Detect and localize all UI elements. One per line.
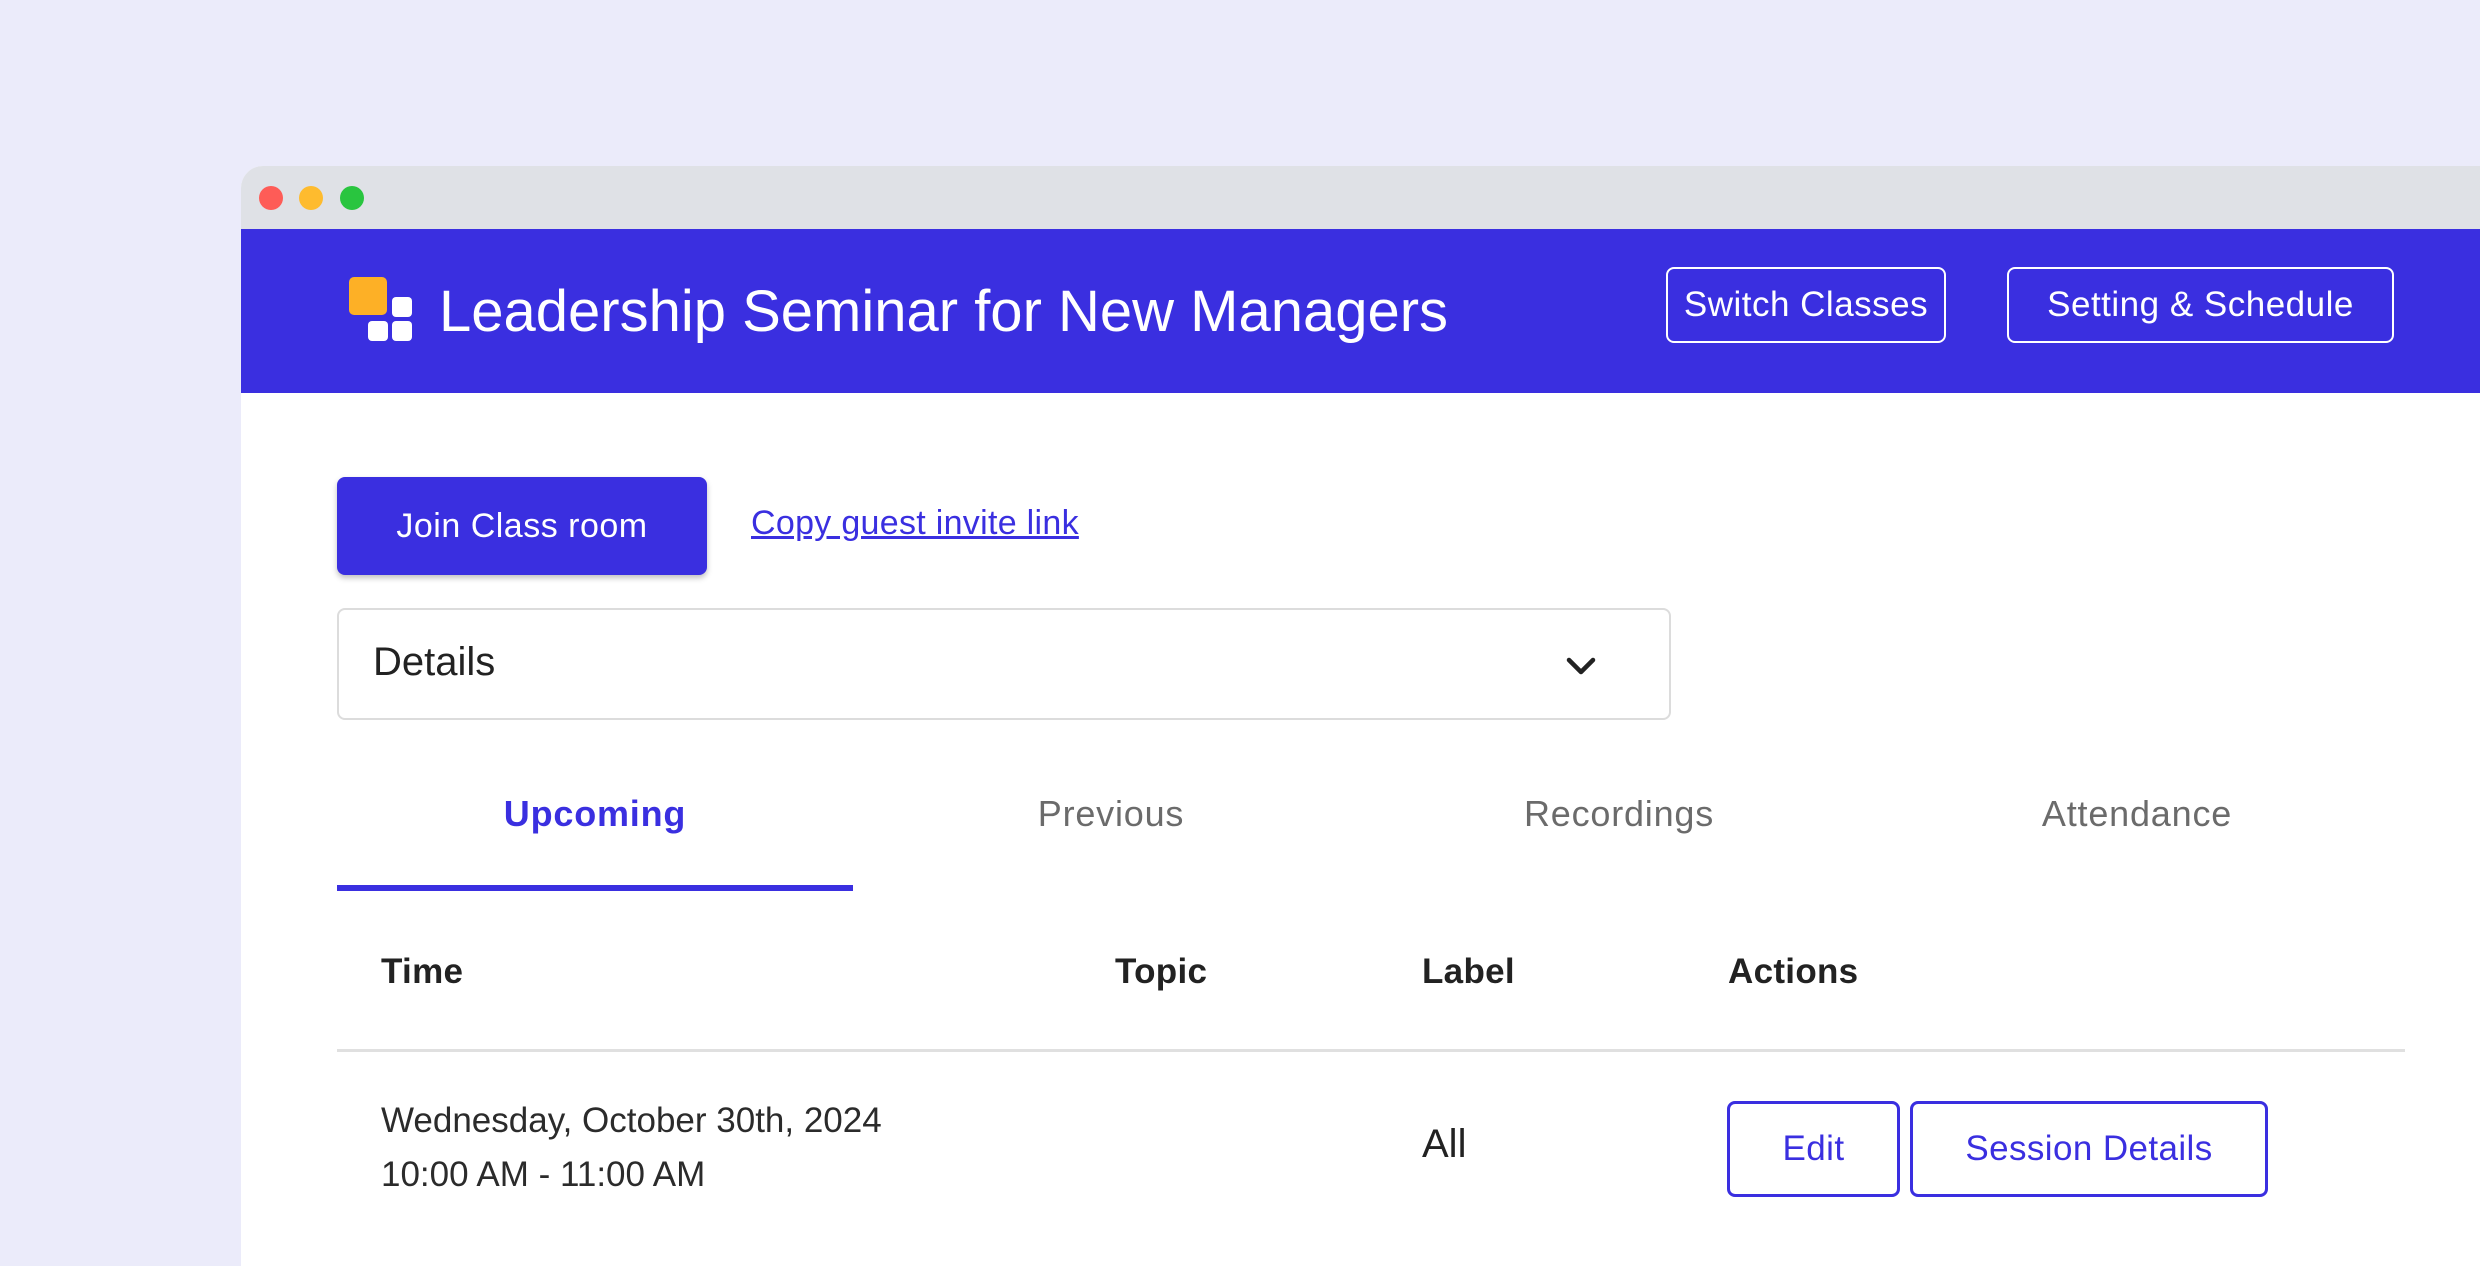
maximize-window-button[interactable] <box>340 186 364 210</box>
table-header-divider <box>337 1049 2405 1052</box>
session-date: Wednesday, October 30th, 2024 <box>381 1101 882 1140</box>
switch-classes-button[interactable]: Switch Classes <box>1666 267 1946 343</box>
column-header-time: Time <box>381 952 464 991</box>
column-header-topic: Topic <box>1115 952 1208 991</box>
tab-label: Attendance <box>2041 792 2233 834</box>
minimize-window-button[interactable] <box>299 186 323 210</box>
tab-recordings[interactable]: Recordings <box>1369 736 1869 891</box>
details-dropdown[interactable]: Details <box>337 608 1671 720</box>
session-label: All <box>1422 1122 1467 1166</box>
tab-label: Previous <box>1037 792 1185 834</box>
chevron-down-icon <box>1566 657 1596 675</box>
class-header: Leadership Seminar for New Managers Swit… <box>241 229 2480 393</box>
column-header-label: Label <box>1422 952 1515 991</box>
tab-previous[interactable]: Previous <box>853 736 1369 891</box>
details-label: Details <box>373 640 496 684</box>
close-window-button[interactable] <box>259 186 283 210</box>
join-classroom-button[interactable]: Join Class room <box>337 477 707 575</box>
session-time-cell: Wednesday, October 30th, 2024 10:00 AM -… <box>381 1094 882 1202</box>
copy-guest-invite-link[interactable]: Copy guest invite link <box>751 504 1079 543</box>
tab-label: Upcoming <box>503 792 687 834</box>
edit-session-button[interactable]: Edit <box>1727 1101 1900 1197</box>
browser-window: Leadership Seminar for New Managers Swit… <box>241 166 2480 1266</box>
tab-label: Recordings <box>1523 792 1715 834</box>
session-tabs: Upcoming Previous Recordings Attendance <box>337 736 2405 896</box>
setting-schedule-button[interactable]: Setting & Schedule <box>2007 267 2394 343</box>
tab-upcoming[interactable]: Upcoming <box>337 736 853 891</box>
column-header-actions: Actions <box>1728 952 1859 991</box>
window-titlebar <box>241 166 2480 229</box>
classes-logo-icon <box>349 277 415 343</box>
session-time-range: 10:00 AM - 11:00 AM <box>381 1155 706 1194</box>
class-title: Leadership Seminar for New Managers <box>439 279 1449 344</box>
active-tab-indicator <box>337 885 853 891</box>
tab-attendance[interactable]: Attendance <box>1869 736 2405 891</box>
session-details-button[interactable]: Session Details <box>1910 1101 2268 1197</box>
